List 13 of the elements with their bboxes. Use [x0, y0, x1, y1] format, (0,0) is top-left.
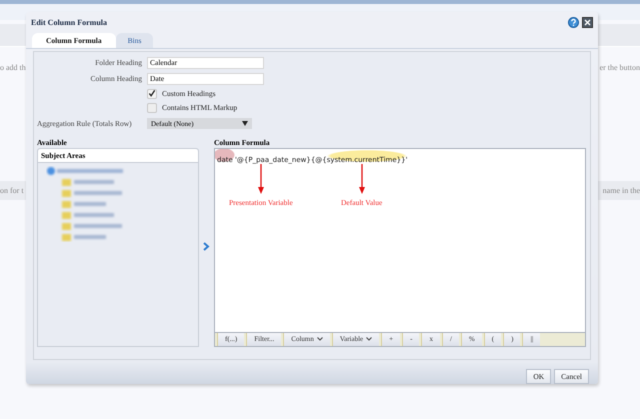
caret-icon	[366, 337, 372, 342]
page-text: er the button	[600, 63, 640, 72]
help-icon[interactable]	[568, 16, 579, 28]
arrow-icon	[358, 164, 365, 194]
page-text: name in the	[602, 186, 640, 195]
arrow-icon	[258, 164, 264, 194]
dropdown-triangle-icon	[242, 121, 248, 126]
page-text: o add th	[0, 63, 26, 72]
close-icon[interactable]	[582, 16, 593, 28]
page-text: on for t	[0, 186, 24, 195]
caret-icon	[316, 337, 323, 342]
dialog-title: Edit Column Formula	[31, 18, 108, 27]
checkbox[interactable]	[147, 88, 157, 99]
